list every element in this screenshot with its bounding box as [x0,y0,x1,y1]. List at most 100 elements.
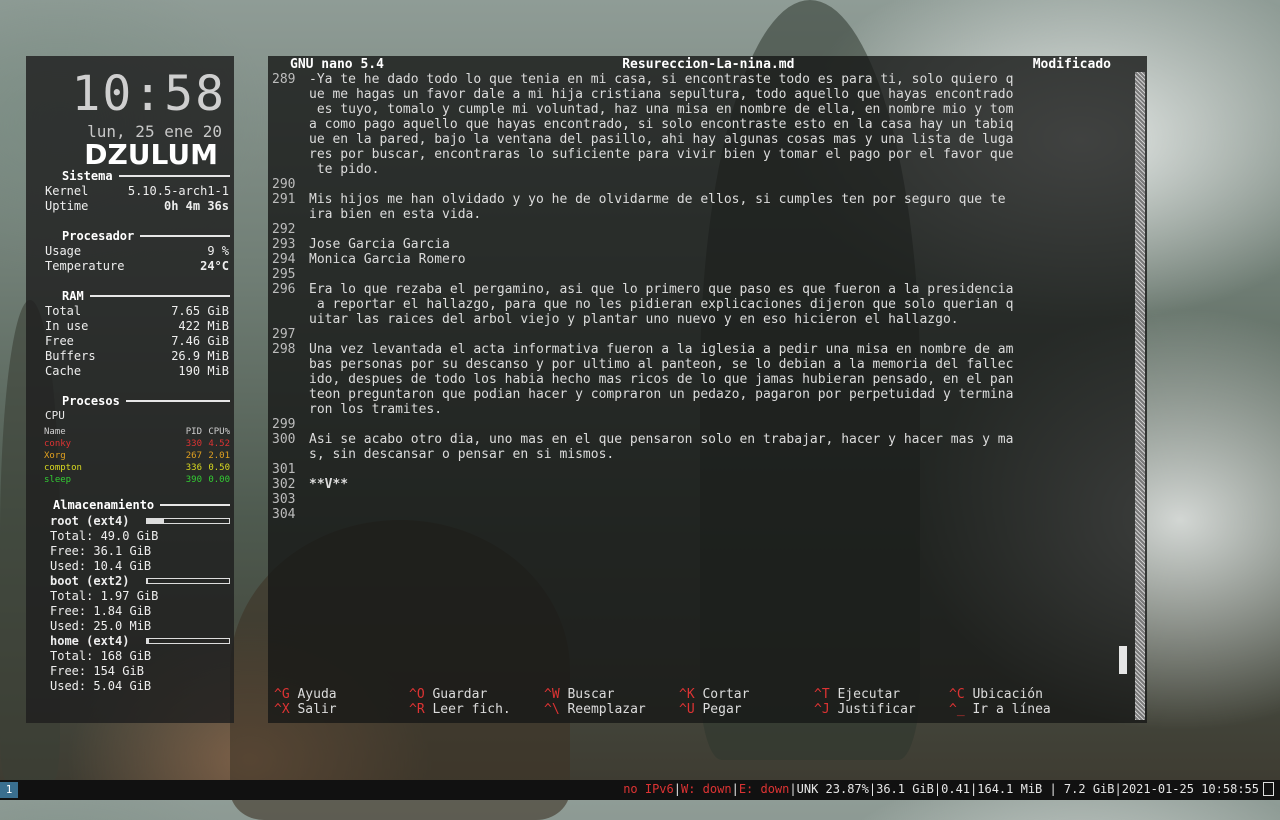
nano-title-bar: GNU nano 5.4 Resureccion-La-nina.md Modi… [268,57,1133,72]
line-number: 289 [272,72,296,87]
editor-line: 301 [272,462,1122,477]
shortcut-label: Guardar [432,687,488,702]
shortcut-label: Cortar [702,687,750,702]
nano-version: GNU nano 5.4 [290,57,384,72]
section-sistema: Sistema [62,169,230,183]
editor-line: a como pago aquello que hayas encontrado… [272,117,1122,132]
divider [160,504,230,506]
disk-usage-fill [147,639,150,643]
ethernet-status: E: down [738,782,790,796]
line-number: 291 [272,192,296,207]
line-text: ira bien en esta vida. [309,207,482,222]
clipboard-icon[interactable] [1263,782,1274,796]
scrollbar-thumb[interactable] [1119,646,1127,674]
status-bar: no IPv6 | W: down | E: down | UNK 23.87%|36.1 … [623,782,1274,796]
divider [118,175,230,177]
line-number [272,297,309,312]
shortcut-key: ^U [679,702,695,717]
procesos-cpu-label: CPU [45,409,65,422]
disk-total: Total: 168 GiB [50,649,152,663]
cpu-usage-row: Usage 9 % [45,244,229,258]
shortcut-label: Leer fich. [432,702,511,717]
process-row: sleep 390 0.00 [44,475,230,485]
disk-used: Used: 5.04 GiB [50,679,152,693]
ram-row: In use 422 MiB [45,319,229,333]
disk-usage-fill [147,519,165,523]
shortcut-key: ^R [409,702,425,717]
line-number [272,447,309,462]
shortcut-item[interactable]: ^W Buscar [544,687,679,702]
shortcut-label: Pegar [702,702,742,717]
shortcut-item[interactable]: ^T Ejecutar [814,687,949,702]
line-number: 293 [272,237,296,252]
editor-line: ira bien en esta vida. [272,207,1122,222]
line-text: ron los tramites. [309,402,443,417]
line-text: teon preguntaron que podian hacer y comp… [309,387,1014,402]
shortcut-item[interactable]: ^O Guardar [409,687,544,702]
shortcut-item[interactable]: ^_ Ir a línea [949,702,1084,717]
line-text: Monica Garcia Romero [309,252,466,267]
shortcut-item[interactable]: ^R Leer fich. [409,702,544,717]
editor-line: s, sin descansar o pensar en si mismos. [272,447,1122,462]
wifi-status: W: down [681,782,732,796]
ram-row: Cache 190 MiB [45,364,229,378]
ram-row: Total 7.65 GiB [45,304,229,318]
line-text: Jose Garcia Garcia [309,237,450,252]
shortcut-item[interactable]: ^G Ayuda [274,687,409,702]
shortcut-label: Ir a línea [972,702,1051,717]
divider [125,400,230,402]
shortcut-item[interactable]: ^U Pegar [679,702,814,717]
line-number: 302 [272,477,296,492]
line-text: ue me hagas un favor dale a mi hija cris… [309,87,1014,102]
workspace-button[interactable]: 1 [0,782,18,798]
line-text: Asi se acabo otro dia, uno mas en el que… [309,432,1014,447]
line-number: 292 [272,222,296,237]
editor-line: 299 [272,417,1122,432]
disk-usage-bar [146,638,230,644]
shortcut-item[interactable]: ^K Cortar [679,687,814,702]
line-text: res por buscar, encontraras lo suficient… [309,147,1014,162]
shortcut-key: ^O [409,687,425,702]
shortcut-key: ^J [814,702,830,717]
line-number [272,207,309,222]
shortcut-label: Buscar [567,687,615,702]
line-number: 304 [272,507,296,522]
editor-line: 298 Una vez levantada el acta informativa… [272,342,1122,357]
disk-free: Free: 36.1 GiB [50,544,152,558]
editor-line: ido, despues de todo los habia hecho mas… [272,372,1122,387]
editor-line: 292 [272,222,1122,237]
temperature-row: Temperature 24°C [45,259,229,273]
shortcut-label: Reemplazar [567,702,646,717]
shortcut-item[interactable]: ^J Justificar [814,702,949,717]
shortcut-label: Justificar [837,702,916,717]
ram-row: Free 7.46 GiB [45,334,229,348]
shortcut-key: ^K [679,687,695,702]
line-text: ido, despues de todo los habia hecho mas… [309,372,1014,387]
terminal-window[interactable]: GNU nano 5.4 Resureccion-La-nina.md Modi… [268,56,1147,723]
disk-total: Total: 49.0 GiB [50,529,159,543]
ipv6-status: no IPv6 [623,782,674,796]
disk-name: root (ext4) [50,514,130,528]
taskbar: 1 no IPv6 | W: down | E: down | UNK 23.87%|36.… [0,780,1280,800]
conky-panel: 10:58 lun, 25 ene 20 DZULUM Sistema Kern… [26,56,234,723]
shortcut-item[interactable]: ^X Salir [274,702,409,717]
scrollbar-track[interactable] [1135,72,1145,720]
editor-line: 296 Era lo que rezaba el pergamino, asi q… [272,282,1122,297]
process-row: compton 336 0.50 [44,463,230,473]
editor-line: uitar las raices del arbol viejo y plant… [272,312,1122,327]
shortcut-item[interactable]: ^C Ubicación [949,687,1084,702]
editor-line: a reportar el hallazgo, para que no les … [272,297,1122,312]
disk-used: Used: 25.0 MiB [50,619,152,633]
shortcut-item[interactable]: ^\ Reemplazar [544,702,679,717]
line-number [272,387,309,402]
line-text: **V** [309,477,349,492]
shortcut-key: ^G [274,687,290,702]
editor-line: 289 -Ya te he dado todo lo que tenia en m… [272,72,1122,87]
disk-used: Used: 10.4 GiB [50,559,152,573]
editor-area[interactable]: 289 -Ya te he dado todo lo que tenia en m… [272,72,1122,522]
hostname: DZULUM [84,138,218,171]
shortcut-key: ^T [814,687,830,702]
line-text: bas personas por su descanso y por ultim… [309,357,1014,372]
line-number: 295 [272,267,296,282]
section-procesador: Procesador [62,229,230,243]
